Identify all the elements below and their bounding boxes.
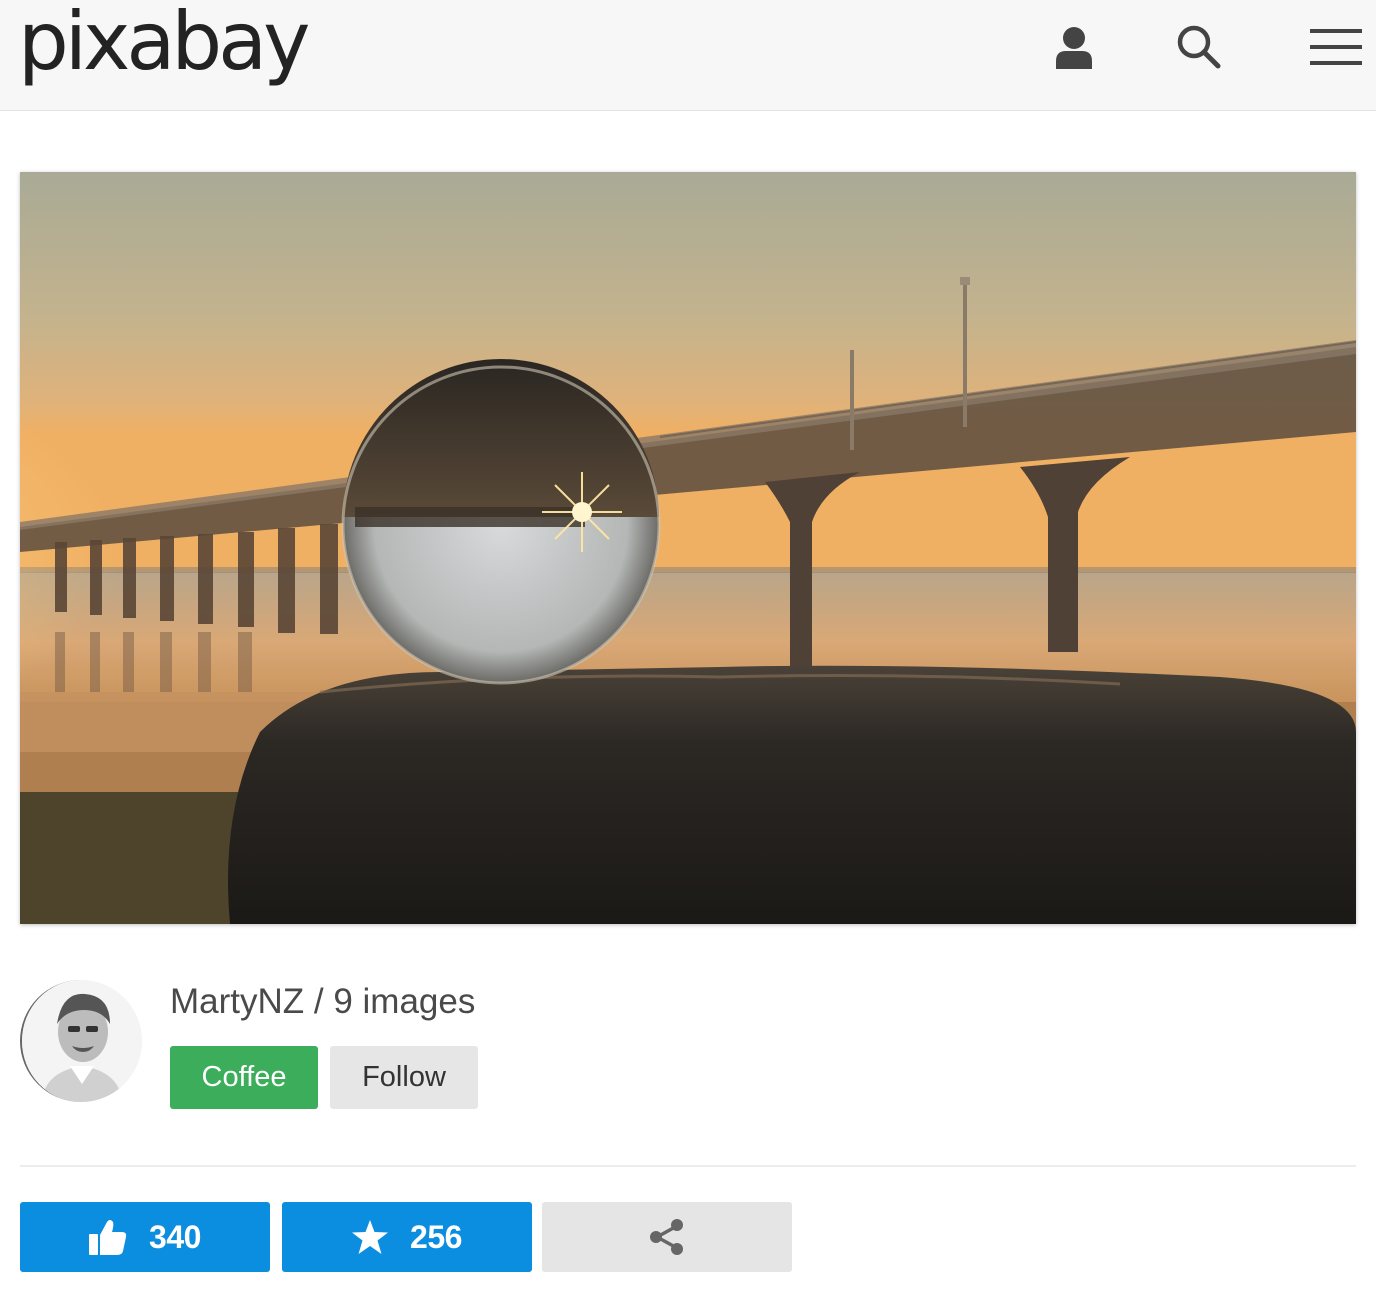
share-button[interactable] [542, 1202, 792, 1272]
divider [20, 1165, 1356, 1167]
separator: / [304, 982, 334, 1021]
top-header: pixabay [0, 0, 1376, 111]
coffee-button[interactable]: Coffee [170, 1046, 318, 1109]
username-link[interactable]: MartyNZ [170, 982, 304, 1021]
thumbs-up-icon [89, 1220, 127, 1255]
user-info-line: MartyNZ / 9 images [170, 982, 475, 1022]
search-icon[interactable] [1171, 22, 1227, 72]
star-icon [352, 1220, 389, 1254]
user-icon[interactable] [1046, 22, 1102, 72]
pixabay-logo[interactable]: pixabay [18, 2, 311, 82]
like-count: 340 [149, 1218, 201, 1255]
favorite-count: 256 [410, 1218, 462, 1255]
hero-photo[interactable] [20, 172, 1356, 924]
images-count-link[interactable]: 9 images [333, 982, 475, 1021]
menu-icon[interactable] [1306, 22, 1366, 72]
favorite-button[interactable]: 256 [282, 1202, 532, 1272]
user-avatar[interactable] [20, 980, 142, 1102]
like-button[interactable]: 340 [20, 1202, 270, 1272]
share-icon [650, 1219, 683, 1255]
follow-button[interactable]: Follow [330, 1046, 478, 1109]
